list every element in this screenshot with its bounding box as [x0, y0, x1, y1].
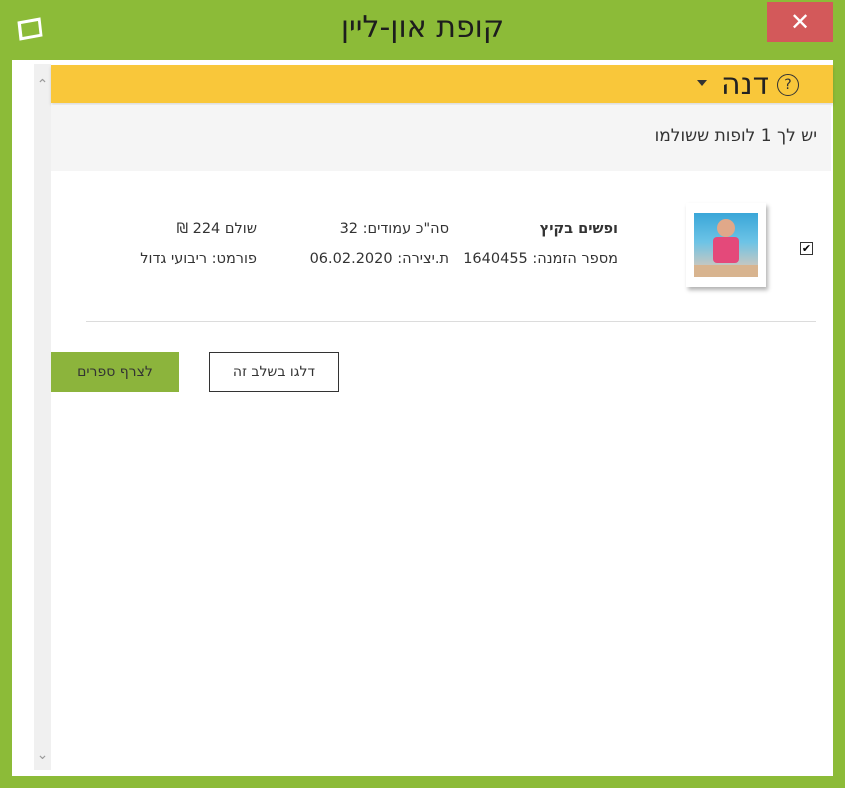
user-name[interactable]: דנה — [721, 67, 769, 102]
divider — [86, 321, 816, 322]
help-icon[interactable]: ? — [777, 74, 799, 96]
album-thumbnail — [686, 203, 766, 287]
close-button[interactable]: ✕ — [767, 2, 833, 42]
total-pages: סה"כ עמודים: 32 — [339, 221, 449, 237]
created-date: ת.יצירה: 06.02.2020 — [309, 251, 449, 267]
user-bar: ? דנה — [51, 65, 833, 103]
album-title: ופשים בקיץ — [539, 221, 618, 237]
vertical-scrollbar[interactable]: ⌃ ⌄ — [34, 64, 51, 770]
paid-amount: שולם 224 ₪ — [176, 221, 257, 237]
window-title: קופת און-ליין — [340, 10, 505, 45]
attach-albums-button[interactable]: לצרף ספרים — [51, 352, 179, 392]
chevron-down-icon[interactable] — [697, 80, 707, 86]
order-row: ✔ ופשים בקיץ מספר הזמנה: 1640455 סה"כ עמ… — [51, 171, 831, 321]
skip-step-button[interactable]: דלגו בשלב זה — [209, 352, 339, 392]
title-bar: קופת און-ליין ✕ — [0, 0, 845, 60]
checkout-window: ⌃ ⌄ ? דנה יש לך 1 לופות ששולמו ✔ ופשים ב… — [12, 60, 833, 776]
album-format: פורמט: ריבועי גדול — [140, 251, 257, 267]
info-strip: יש לך 1 לופות ששולמו — [51, 105, 831, 171]
album-cover-image — [694, 213, 758, 277]
scroll-up-arrow-icon[interactable]: ⌃ — [34, 78, 51, 92]
order-checkbox[interactable]: ✔ — [800, 242, 813, 255]
order-number: מספר הזמנה: 1640455 — [463, 251, 618, 267]
scroll-down-arrow-icon[interactable]: ⌄ — [34, 748, 51, 762]
paid-albums-message: יש לך 1 לופות ששולמו — [654, 126, 817, 146]
